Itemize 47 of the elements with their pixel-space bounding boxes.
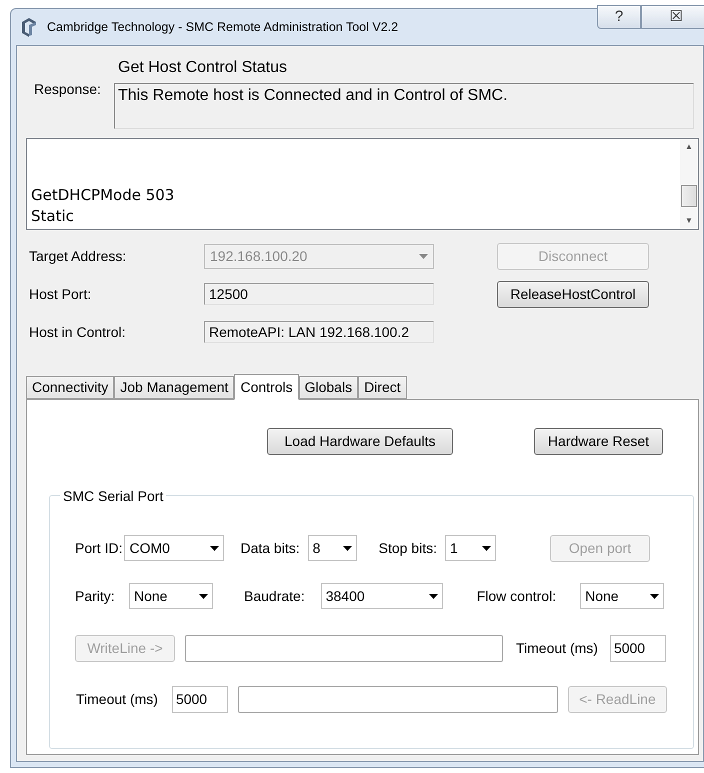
log-line: Static [31,206,75,227]
dropdown[interactable]: None [129,583,213,609]
field-label: Flow control: [476,586,556,606]
close-button[interactable]: ☒ [641,5,704,29]
timeout-field[interactable]: 5000 [172,686,228,712]
scroll-down-arrow[interactable]: ▼ [685,215,693,227]
window-title: Cambridge Technology - SMC Remote Administration Tool V2.2 [47,18,398,36]
dropdown[interactable]: 1 [444,535,496,561]
dropdown-caret-icon [199,594,208,598]
field-label: Baudrate: [244,586,305,606]
field-label: Response: [34,80,102,99]
dropdown-caret-icon [419,254,428,258]
scroll-thumb[interactable] [681,185,697,207]
dropdown-caret-icon [428,594,438,598]
dropdown[interactable]: 38400 [320,583,443,609]
help-button[interactable]: ? [597,5,641,29]
hardware-reset-button[interactable]: Hardware Reset [534,428,663,455]
timeout-field[interactable]: 5000 [610,634,666,662]
tab[interactable]: Controls [234,374,299,400]
log-line: GetDHCPMode 503 [31,185,176,206]
response-box: This Remote host is Connected and in Control of SMC. [114,83,694,129]
read-input-field[interactable] [238,686,558,712]
field-label: Timeout (ms) [516,638,598,658]
app-logo-icon [20,17,38,37]
field-label: Port ID: [75,538,122,558]
tab[interactable]: Job Management [114,376,234,399]
response-heading: Get Host Control Status [118,58,288,78]
dropdown-caret-icon [342,546,352,550]
field-label: Parity: [75,586,116,606]
tab[interactable]: Connectivity [26,376,114,399]
field-label: Timeout (ms) [76,690,158,709]
tab[interactable]: Globals [298,376,358,399]
dropdown[interactable]: COM0 [124,535,224,561]
dropdown[interactable]: None [580,583,664,609]
write-input-field[interactable] [185,634,503,662]
tab[interactable]: Direct [358,376,407,399]
field-label: Host in Control: [29,322,126,342]
dropdown-caret-icon [482,546,491,550]
load-defaults-button[interactable]: Load Hardware Defaults [267,428,453,455]
dropdown-caret-icon [650,594,660,598]
scroll-up-arrow[interactable]: ▲ [685,141,693,153]
field-label: Host Port: [29,284,92,304]
dropdown[interactable]: 8 [308,535,357,561]
field-label: Stop bits: [378,538,437,558]
field-label: Data bits: [240,538,300,558]
field-label: Target Address: [29,246,128,266]
dropdown-caret-icon [210,546,220,550]
